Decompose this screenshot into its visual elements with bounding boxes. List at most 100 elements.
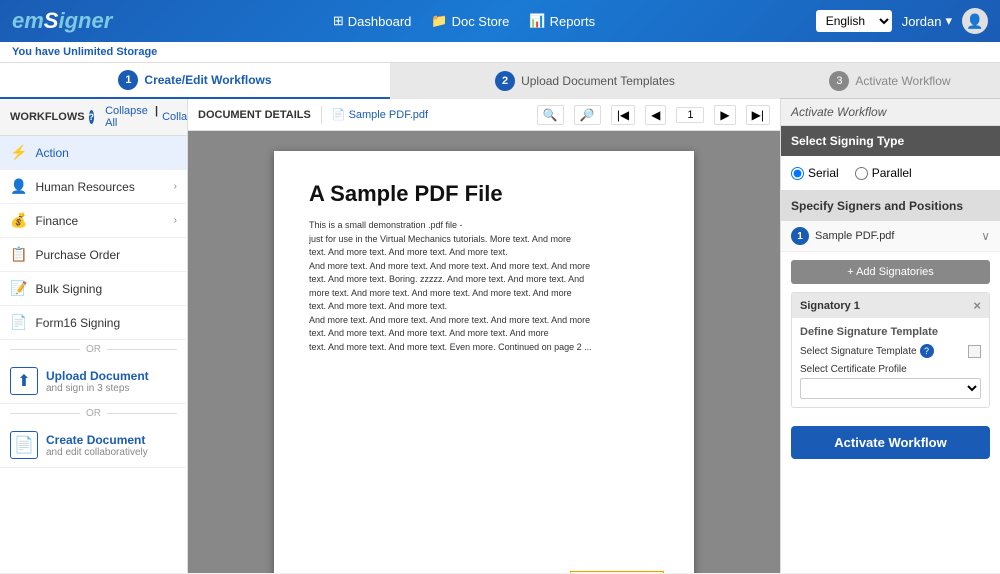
right-panel: Activate Workflow Select Signing Type Se…: [780, 99, 1000, 573]
sidebar-bulk-label: Bulk Signing: [35, 282, 102, 296]
next-page-btn[interactable]: ▶|: [746, 105, 770, 125]
doc-area: DOCUMENT DETAILS 📄 Sample PDF.pdf 🔍 🔎 |◀…: [188, 99, 780, 573]
parallel-option[interactable]: Parallel: [855, 166, 912, 180]
progress-bar-container: 1 Create/Edit Workflows 2 Upload Documen…: [0, 63, 1000, 99]
next-btn[interactable]: ▶: [714, 105, 735, 125]
user-menu[interactable]: Jordan ▾: [902, 13, 952, 29]
nav-dashboard[interactable]: ⊞ Dashboard: [333, 13, 412, 29]
serial-option[interactable]: Serial: [791, 166, 839, 180]
sidebar-upload-doc[interactable]: ⬆ Upload Document and sign in 3 steps: [0, 359, 187, 404]
specify-signers-label: Specify Signers and Positions: [791, 199, 963, 213]
signer-file-row[interactable]: 1 Sample PDF.pdf ∨: [781, 221, 1000, 252]
nav-doc-store[interactable]: 📁 Doc Store: [431, 13, 509, 29]
signer-file-name: Sample PDF.pdf: [815, 230, 894, 242]
sidebar-item-action[interactable]: ⚡ Action: [0, 136, 187, 170]
zoom-in-btn[interactable]: 🔍: [537, 105, 564, 125]
workflows-label: WORKFLOWS: [10, 111, 85, 123]
sidebar-action-label: Action: [35, 146, 68, 160]
progress-step-1[interactable]: 1 Create/Edit Workflows: [0, 63, 390, 99]
prev-btn[interactable]: ◀: [645, 105, 666, 125]
collapse-link[interactable]: Collapse: [162, 111, 188, 123]
collapse-all-link[interactable]: Collapse All: [105, 105, 148, 129]
doc-toolbar: DOCUMENT DETAILS 📄 Sample PDF.pdf 🔍 🔎 |◀…: [188, 99, 780, 131]
signatory-close-btn[interactable]: ×: [973, 298, 981, 313]
sig-template-checkbox[interactable]: [968, 345, 981, 358]
signer-position[interactable]: 1 ✛ × Signer Position 1 ↘: [570, 571, 664, 573]
logo-text: emSigner: [12, 8, 112, 34]
progress-step-2[interactable]: 2 Upload Document Templates: [390, 63, 780, 99]
sidebar-item-form16-left: 📄 Form16 Signing: [10, 314, 120, 331]
sidebar-item-action-left: ⚡ Action: [10, 144, 69, 161]
avatar[interactable]: 👤: [962, 8, 988, 34]
or-label-1: OR: [86, 344, 101, 355]
sidebar-item-purchase-order[interactable]: 📋 Purchase Order: [0, 238, 187, 272]
sidebar-item-bulk-signing[interactable]: 📝 Bulk Signing: [0, 272, 187, 306]
step-1-label: Create/Edit Workflows: [144, 73, 271, 87]
nav-links: ⊞ Dashboard 📁 Doc Store 📊 Reports: [333, 13, 595, 29]
prev-page-btn[interactable]: |◀: [611, 105, 635, 125]
reports-icon: 📊: [529, 13, 545, 29]
logo: emSigner: [12, 8, 112, 34]
zoom-out-btn[interactable]: 🔎: [574, 105, 601, 125]
po-icon: 📋: [10, 246, 27, 263]
nav-reports[interactable]: 📊 Reports: [529, 13, 595, 29]
step-3-label: Activate Workflow: [855, 74, 950, 88]
signer-file-left: 1 Sample PDF.pdf: [791, 227, 894, 245]
sidebar-finance-label: Finance: [35, 214, 78, 228]
signatory-label: Signatory 1: [800, 300, 860, 312]
sidebar-divider-1: OR: [0, 340, 187, 359]
sidebar-create-doc[interactable]: 📄 Create Document and edit collaborative…: [0, 423, 187, 468]
sidebar-item-finance-left: 💰 Finance: [10, 212, 78, 229]
form16-icon: 📄: [10, 314, 27, 331]
pdf-body: This is a small demonstration .pdf file …: [309, 219, 659, 354]
progress-step-3[interactable]: 3 Activate Workflow: [780, 71, 1000, 91]
sidebar-header: WORKFLOWS ? Collapse All | Collapse: [0, 99, 187, 136]
parallel-radio[interactable]: [855, 167, 868, 180]
signing-type-radio-group: Serial Parallel: [791, 166, 990, 180]
parallel-label: Parallel: [872, 166, 912, 180]
dashboard-icon: ⊞: [333, 13, 344, 29]
language-selector[interactable]: English French Spanish: [816, 10, 892, 32]
cert-profile-label: Select Certificate Profile: [800, 364, 981, 375]
nav-reports-label: Reports: [550, 14, 596, 29]
sig-template-label: Select Signature Template ?: [800, 344, 934, 358]
sidebar-item-human-resources[interactable]: 👤 Human Resources ›: [0, 170, 187, 204]
doc-file-name-text: Sample PDF.pdf: [349, 109, 428, 121]
add-signatories-button[interactable]: + Add Signatories: [791, 260, 990, 284]
cert-profile-select[interactable]: [800, 378, 981, 399]
sig-template-label-text: Select Signature Template: [800, 346, 917, 357]
signatory-body: Define Signature Template Select Signatu…: [792, 318, 989, 407]
doc-content: A Sample PDF File This is a small demons…: [188, 131, 780, 573]
progress-steps: 1 Create/Edit Workflows 2 Upload Documen…: [0, 63, 780, 99]
sidebar-item-finance[interactable]: 💰 Finance ›: [0, 204, 187, 238]
signing-type-body: Serial Parallel: [781, 156, 1000, 191]
define-sig-title: Define Signature Template: [800, 326, 981, 338]
storage-prefix: You have: [12, 46, 60, 58]
bulk-icon: 📝: [10, 280, 27, 297]
upload-icon: ⬆: [10, 367, 38, 395]
step-1-circle: 1: [118, 70, 138, 90]
serial-radio[interactable]: [791, 167, 804, 180]
select-signing-type-header: Select Signing Type: [781, 126, 1000, 156]
header-right: English French Spanish Jordan ▾ 👤: [816, 8, 988, 34]
main-layout: WORKFLOWS ? Collapse All | Collapse ⚡ Ac…: [0, 99, 1000, 573]
nav-dashboard-label: Dashboard: [348, 14, 412, 29]
finance-icon: 💰: [10, 212, 27, 229]
activate-workflow-header: Activate Workflow: [781, 99, 1000, 126]
sidebar-item-po-left: 📋 Purchase Order: [10, 246, 120, 263]
pdf-icon: 📄: [332, 108, 346, 121]
page-input[interactable]: 1: [676, 107, 704, 123]
sidebar-item-form16[interactable]: 📄 Form16 Signing: [0, 306, 187, 340]
sidebar-create-info: Create Document and edit collaboratively: [46, 433, 148, 458]
or-label-2: OR: [86, 408, 101, 419]
signer-file-chevron-icon: ∨: [981, 229, 990, 243]
sidebar-item-hr-left: 👤 Human Resources: [10, 178, 135, 195]
doc-details-label: DOCUMENT DETAILS: [198, 109, 311, 121]
chevron-down-icon: ▾: [945, 13, 952, 29]
sig-template-help-icon[interactable]: ?: [920, 344, 934, 358]
specify-signers-header: Specify Signers and Positions: [781, 191, 1000, 221]
pdf-page: A Sample PDF File This is a small demons…: [274, 151, 694, 573]
step-2-label: Upload Document Templates: [521, 74, 675, 88]
doc-file-name: 📄 Sample PDF.pdf: [332, 108, 428, 121]
activate-workflow-button[interactable]: Activate Workflow: [791, 426, 990, 459]
